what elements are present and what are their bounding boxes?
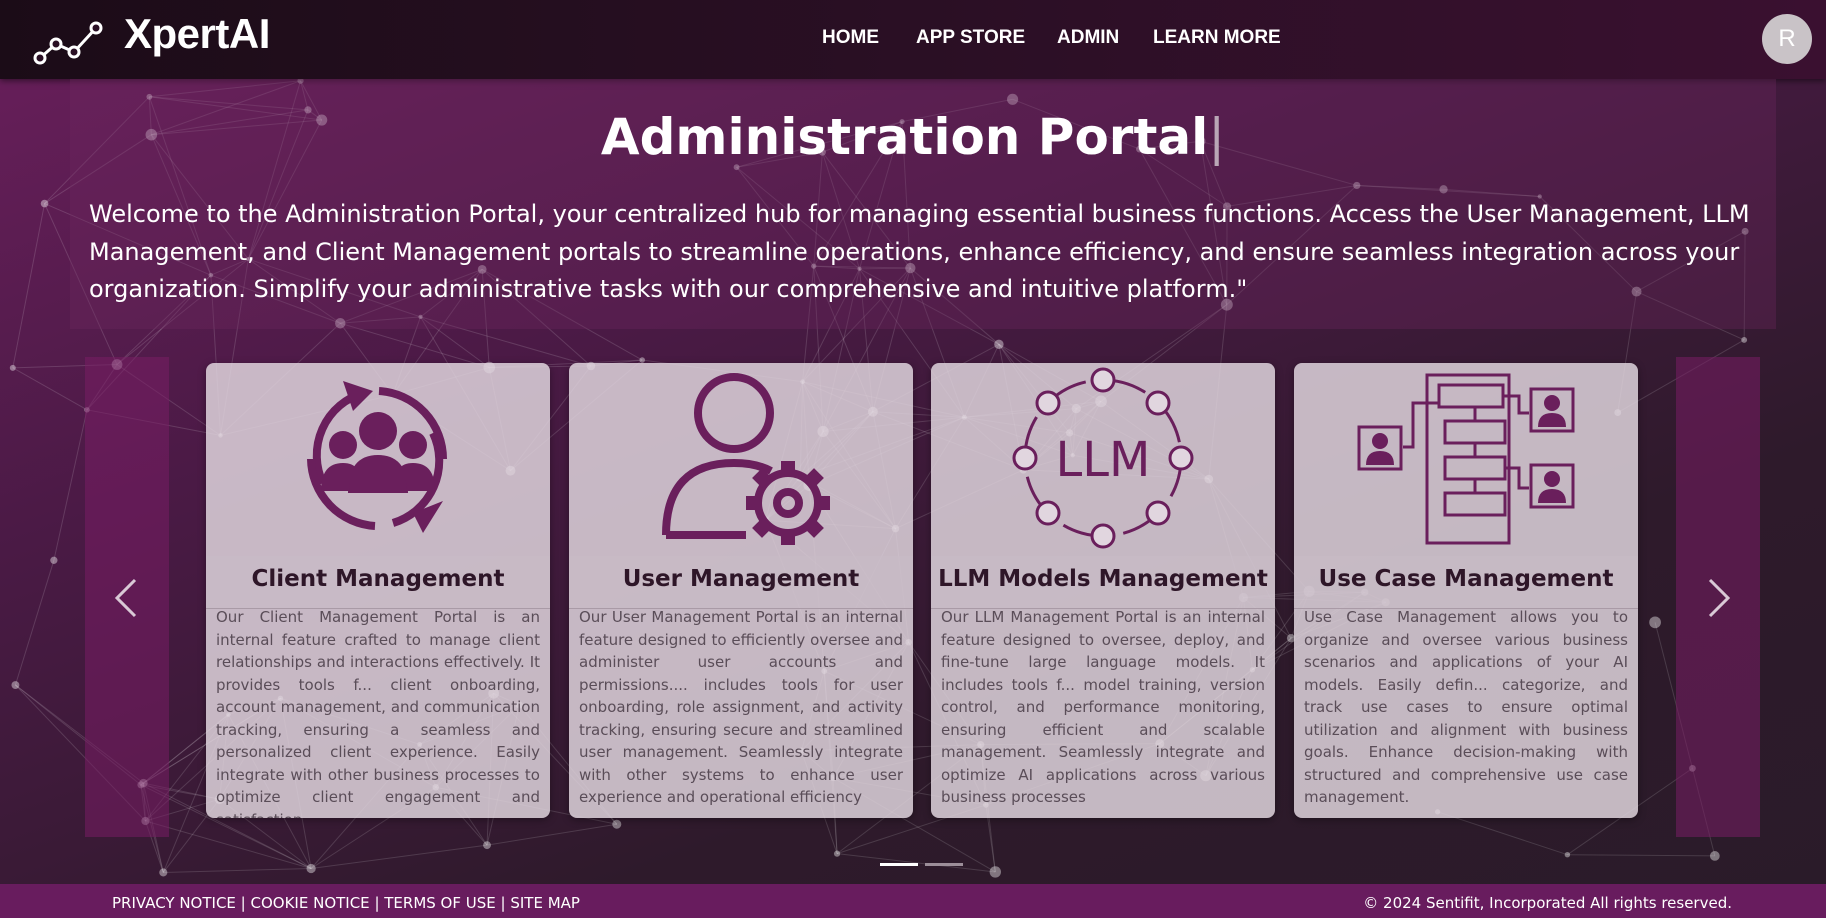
card-icon-area bbox=[569, 363, 913, 556]
card-description: Use Case Management allows you to organi… bbox=[1304, 608, 1628, 806]
card-icon-area: LLM bbox=[931, 363, 1275, 556]
xpertai-logo-icon bbox=[33, 21, 103, 65]
nav-learn-more[interactable]: LEARN MORE bbox=[1153, 27, 1281, 49]
card-description: Our LLM Management Portal is an internal… bbox=[941, 608, 1265, 806]
terms-of-use-link[interactable]: TERMS OF USE bbox=[384, 894, 495, 912]
nav-app-store[interactable]: APP STORE bbox=[916, 27, 1025, 49]
card-title-band: Client Management bbox=[206, 556, 550, 609]
footer-separator: | bbox=[495, 894, 511, 912]
card-use-case-management[interactable]: Use Case Management Use Case Management … bbox=[1294, 363, 1638, 818]
cookie-notice-link[interactable]: COOKIE NOTICE bbox=[251, 894, 370, 912]
card-title-band: User Management bbox=[569, 556, 913, 609]
nav-admin[interactable]: ADMIN bbox=[1057, 27, 1119, 49]
llm-network-icon: LLM bbox=[1012, 367, 1194, 549]
user-gear-icon bbox=[662, 373, 830, 545]
page-title: Administration Portal| bbox=[0, 108, 1826, 166]
card-llm-models-management[interactable]: LLM LLM Models Management Our LLM Manage… bbox=[931, 363, 1275, 818]
card-user-management[interactable]: User Management Our User Management Port… bbox=[569, 363, 913, 818]
client-group-icon bbox=[307, 381, 448, 533]
top-navbar: XpertAI HOME APP STORE ADMIN LEARN MORE … bbox=[0, 0, 1826, 79]
card-title: Client Management bbox=[251, 566, 505, 592]
card-title-band: Use Case Management bbox=[1294, 556, 1638, 609]
brand-name[interactable]: XpertAI bbox=[124, 10, 270, 58]
card-client-management[interactable]: Client Management Our Client Management … bbox=[206, 363, 550, 818]
card-title: User Management bbox=[622, 566, 860, 592]
page-title-text: Administration Portal bbox=[600, 108, 1209, 166]
footer-separator: | bbox=[235, 894, 251, 912]
site-map-link[interactable]: SITE MAP bbox=[510, 894, 580, 912]
user-avatar[interactable]: R bbox=[1762, 14, 1812, 64]
llm-icon-text: LLM bbox=[1056, 432, 1151, 488]
footer-links: PRIVACY NOTICE | COOKIE NOTICE | TERMS O… bbox=[112, 894, 580, 912]
card-icon-area bbox=[1294, 363, 1638, 556]
carousel-indicator-active[interactable] bbox=[880, 863, 918, 866]
copyright-text: © 2024 Sentifit, Incorporated All rights… bbox=[1363, 894, 1732, 912]
card-description: Our User Management Portal is an interna… bbox=[579, 608, 903, 806]
carousel-next-arrow-icon[interactable] bbox=[1698, 568, 1738, 628]
typing-cursor: | bbox=[1208, 108, 1226, 166]
footer-separator: | bbox=[369, 894, 385, 912]
card-title-band: LLM Models Management bbox=[931, 556, 1275, 609]
carousel-prev-arrow-icon[interactable] bbox=[107, 568, 147, 628]
carousel-indicator[interactable] bbox=[925, 863, 963, 866]
card-title: LLM Models Management bbox=[938, 566, 1268, 592]
card-description: Our Client Management Portal is an inter… bbox=[216, 608, 540, 818]
footer: PRIVACY NOTICE | COOKIE NOTICE | TERMS O… bbox=[0, 884, 1826, 918]
card-icon-area bbox=[206, 363, 550, 556]
nav-home[interactable]: HOME bbox=[822, 27, 879, 49]
card-title: Use Case Management bbox=[1318, 566, 1614, 592]
workflow-icon bbox=[1357, 373, 1575, 545]
page-description: Welcome to the Administration Portal, yo… bbox=[89, 200, 1750, 303]
privacy-notice-link[interactable]: PRIVACY NOTICE bbox=[112, 894, 236, 912]
